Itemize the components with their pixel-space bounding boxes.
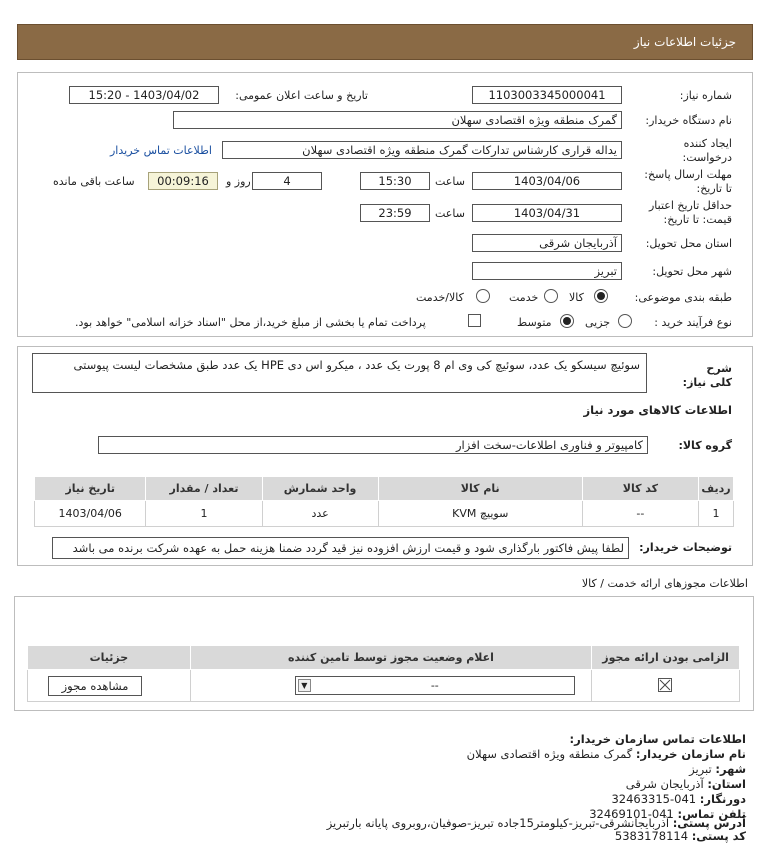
chevron-down-icon[interactable]: ▼	[297, 679, 311, 692]
need-number-label: شماره نیاز:	[679, 89, 732, 102]
deadline-time-label: ساعت	[435, 175, 465, 188]
contact-fax: دورنگار: 041-32463315	[611, 792, 746, 806]
announce-field: 1403/04/02 - 15:20	[69, 86, 219, 104]
contact-title: اطلاعات تماس سازمان خریدار:	[569, 732, 746, 746]
col-qty: تعداد / مقدار	[145, 476, 263, 501]
process-radio-medium[interactable]	[560, 314, 574, 328]
contact-province: استان: آذربایجان شرقی	[625, 777, 746, 791]
category-radio-goods-service[interactable]	[476, 289, 490, 303]
validity-date-field: 1403/04/31	[472, 204, 622, 222]
buyer-notes-field: لطفا پیش فاکتور بارگذاری شود و قیمت ارزش…	[52, 537, 629, 559]
goods-group-label: گروه کالا:	[678, 439, 732, 452]
buyer-org-field: گمرک منطقه ویژه اقتصادی سهلان	[173, 111, 622, 129]
days-label: روز و	[226, 175, 251, 188]
cell-name: سوییچ KVM	[377, 500, 583, 527]
process-radio-minor[interactable]	[618, 314, 632, 328]
description-text: سوئیچ سیسکو یک عدد، سوئیچ کی وی ام 8 پور…	[73, 358, 640, 372]
countdown-timer: 00:09:16	[148, 172, 218, 190]
permit-status-select[interactable]: -- ▼	[294, 676, 575, 695]
table-row: -- ▼ مشاهده مجوز	[27, 669, 740, 702]
treasury-payment-note: پرداخت تمام یا بخشی از مبلغ خرید،از محل …	[75, 316, 426, 329]
buyer-contact-link[interactable]: اطلاعات تماس خریدار	[110, 144, 212, 157]
remaining-label: ساعت باقی مانده	[53, 175, 135, 188]
goods-section-title: اطلاعات کالاهای مورد نیاز	[583, 403, 732, 417]
page-header: جزئیات اطلاعات نیاز	[17, 24, 753, 60]
need-number-field: 1103003345000041	[472, 86, 622, 104]
description-label: شرح کلی نیاز:	[682, 362, 732, 389]
category-option-goods: کالا	[569, 291, 584, 304]
process-label: نوع فرآیند خرید :	[654, 316, 732, 329]
col-name: نام کالا	[377, 476, 583, 501]
buyer-notes-label: توضیحات خریدار:	[639, 541, 732, 554]
province-label: استان محل تحویل:	[645, 237, 732, 250]
deadline-label: مهلت ارسال پاسخ: تا تاریخ:	[644, 168, 732, 195]
description-box: سوئیچ سیسکو یک عدد، سوئیچ کی وی ام 8 پور…	[32, 353, 647, 393]
category-label: طبقه بندی موضوعی:	[634, 291, 732, 304]
table-row: 1 -- سوییچ KVM عدد 1 1403/04/06	[33, 500, 735, 527]
cell-qty: 1	[145, 500, 263, 527]
view-permit-button[interactable]: مشاهده مجوز	[48, 676, 142, 696]
category-option-service: خدمت	[509, 291, 539, 304]
validity-time-label: ساعت	[435, 207, 465, 220]
permits-section-title: اطلاعات مجوزهای ارائه خدمت / کالا	[581, 577, 748, 590]
deadline-time-field: 15:30	[360, 172, 430, 190]
permit-required-check-icon	[658, 678, 673, 692]
col-code: کد کالا	[581, 476, 699, 501]
creator-field: یداله قراری کارشناس تدارکات گمرک منطقه و…	[222, 141, 622, 159]
process-option-minor: جزیی	[585, 316, 611, 329]
col-permit-required: الزامی بودن ارائه مجوز	[591, 645, 740, 670]
buyer-org-label: نام دستگاه خریدار:	[645, 114, 732, 127]
category-radio-service[interactable]	[544, 289, 558, 303]
contact-address: آدرس پستی: آذربایجانشرقی-تبریز-کیلومتر15…	[326, 816, 746, 830]
page-title: جزئیات اطلاعات نیاز	[633, 35, 736, 49]
goods-table-header: ردیف کد کالا نام کالا واحد شمارش تعداد /…	[33, 476, 735, 501]
contact-postal: کد پستی: 5383178114	[614, 829, 746, 843]
validity-time-field: 23:59	[360, 204, 430, 222]
col-permit-status: اعلام وضعیت مجوز توسط تامین کننده	[189, 645, 593, 670]
process-option-medium: متوسط	[517, 316, 552, 329]
deadline-date-field: 1403/04/06	[472, 172, 622, 190]
goods-table: ردیف کد کالا نام کالا واحد شمارش تعداد /…	[33, 476, 735, 527]
col-permit-details: جزئیات	[27, 645, 191, 670]
goods-group-field: کامپیوتر و فناوری اطلاعات-سخت افزار	[98, 436, 648, 454]
cell-code: --	[581, 500, 699, 527]
cell-unit: عدد	[261, 500, 379, 527]
validity-label: حداقل تاریخ اعتبار قیمت: تا تاریخ:	[648, 199, 732, 226]
cell-row: 1	[697, 500, 735, 527]
col-row: ردیف	[697, 476, 735, 501]
cell-date: 1403/04/06	[33, 500, 147, 527]
category-radio-goods[interactable]	[594, 289, 608, 303]
province-field: آذربایجان شرقی	[472, 234, 622, 252]
permit-status-value: --	[430, 679, 439, 692]
permits-table: الزامی بودن ارائه مجوز اعلام وضعیت مجوز …	[27, 645, 740, 702]
permits-table-header: الزامی بودن ارائه مجوز اعلام وضعیت مجوز …	[27, 645, 740, 670]
col-unit: واحد شمارش	[261, 476, 379, 501]
days-field: 4	[252, 172, 322, 190]
contact-org: نام سازمان خریدار: گمرک منطقه ویژه اقتصا…	[466, 747, 746, 761]
announce-label: تاریخ و ساعت اعلان عمومی:	[235, 89, 368, 102]
city-field: تبریز	[472, 262, 622, 280]
col-date: تاریخ نیاز	[33, 476, 147, 501]
contact-city: شهر: تبریز	[689, 762, 746, 776]
city-label: شهر محل تحویل:	[652, 265, 732, 278]
creator-label: ایجاد کننده درخواست:	[682, 137, 732, 164]
category-option-goods-service: کالا/خدمت	[416, 291, 464, 304]
treasury-payment-checkbox[interactable]	[468, 314, 481, 327]
